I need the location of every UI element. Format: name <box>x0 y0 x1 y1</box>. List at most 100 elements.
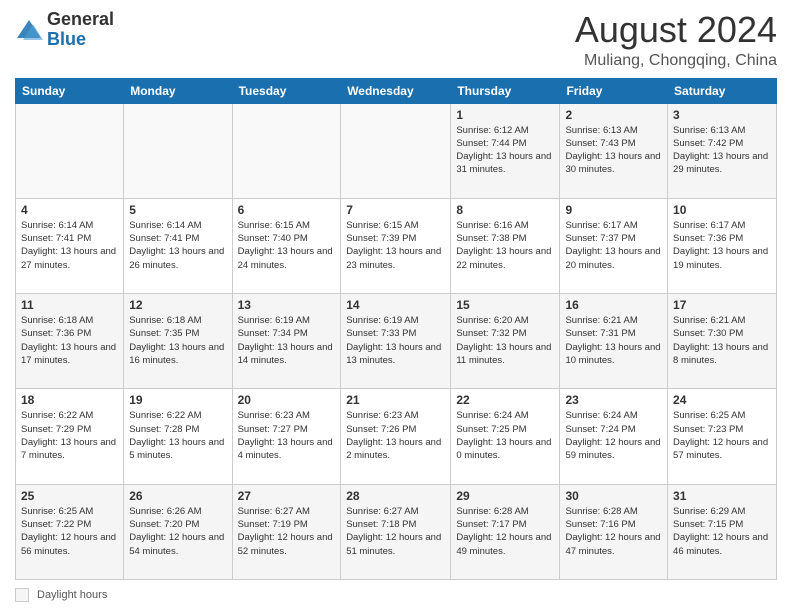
header-day-friday: Friday <box>560 78 668 103</box>
cal-cell <box>124 103 232 198</box>
day-info: Sunrise: 6:21 AM Sunset: 7:30 PM Dayligh… <box>673 314 771 367</box>
cal-cell <box>16 103 124 198</box>
day-info: Sunrise: 6:22 AM Sunset: 7:29 PM Dayligh… <box>21 409 118 462</box>
header-day-wednesday: Wednesday <box>341 78 451 103</box>
day-info: Sunrise: 6:28 AM Sunset: 7:17 PM Dayligh… <box>456 505 554 558</box>
day-info: Sunrise: 6:13 AM Sunset: 7:42 PM Dayligh… <box>673 124 771 177</box>
day-number: 14 <box>346 298 445 312</box>
header-day-monday: Monday <box>124 78 232 103</box>
header-day-sunday: Sunday <box>16 78 124 103</box>
day-info: Sunrise: 6:17 AM Sunset: 7:37 PM Dayligh… <box>565 219 662 272</box>
cal-cell: 12Sunrise: 6:18 AM Sunset: 7:35 PM Dayli… <box>124 294 232 389</box>
cal-cell: 14 Sunrise: 6:19 AM Sunset: 7:33 PM Dayli… <box>341 294 451 389</box>
logo: General Blue <box>15 10 114 50</box>
day-info: Sunrise: 6:13 AM Sunset: 7:43 PM Dayligh… <box>565 124 662 177</box>
day-number: 25 <box>21 489 118 503</box>
cal-cell: 23 Sunrise: 6:24 AM Sunset: 7:24 PM Dayli… <box>560 389 668 484</box>
day-info: Sunrise: 6:23 AM Sunset: 7:27 PM Dayligh… <box>238 409 336 462</box>
day-number: 19 <box>129 393 226 407</box>
cal-cell <box>232 103 341 198</box>
day-info: Sunrise: 6:18 AM Sunset: 7:36 PM Dayligh… <box>21 314 118 367</box>
cal-cell: 20 Sunrise: 6:23 AM Sunset: 7:27 PM Dayli… <box>232 389 341 484</box>
day-number: 20 <box>238 393 336 407</box>
day-info: Sunrise: 6:22 AM Sunset: 7:28 PM Dayligh… <box>129 409 226 462</box>
cal-cell: 25 Sunrise: 6:25 AM Sunset: 7:22 PM Dayli… <box>16 484 124 579</box>
day-info: Sunrise: 6:28 AM Sunset: 7:16 PM Dayligh… <box>565 505 662 558</box>
day-number: 30 <box>565 489 662 503</box>
day-info: Sunrise: 6:14 AM Sunset: 7:41 PM Dayligh… <box>129 219 226 272</box>
cal-cell: 10Sunrise: 6:17 AM Sunset: 7:36 PM Dayli… <box>668 198 777 293</box>
day-number: 1 <box>456 108 554 122</box>
day-info: Sunrise: 6:29 AM Sunset: 7:15 PM Dayligh… <box>673 505 771 558</box>
day-info: Sunrise: 6:25 AM Sunset: 7:22 PM Dayligh… <box>21 505 118 558</box>
week-row-5: 25 Sunrise: 6:25 AM Sunset: 7:22 PM Dayli… <box>16 484 777 579</box>
cal-cell: 24 Sunrise: 6:25 AM Sunset: 7:23 PM Dayli… <box>668 389 777 484</box>
day-headers-row: SundayMondayTuesdayWednesdayThursdayFrid… <box>16 78 777 103</box>
title-block: August 2024 Muliang, Chongqing, China <box>575 10 777 70</box>
week-row-1: 1Sunrise: 6:12 AM Sunset: 7:44 PM Daylig… <box>16 103 777 198</box>
cal-cell: 6Sunrise: 6:15 AM Sunset: 7:40 PM Daylig… <box>232 198 341 293</box>
day-number: 23 <box>565 393 662 407</box>
daylight-label: Daylight hours <box>37 589 107 601</box>
day-info: Sunrise: 6:19 AM Sunset: 7:33 PM Dayligh… <box>346 314 445 367</box>
cal-cell: 22Sunrise: 6:24 AM Sunset: 7:25 PM Dayli… <box>451 389 560 484</box>
cal-cell: 8 Sunrise: 6:16 AM Sunset: 7:38 PM Daylig… <box>451 198 560 293</box>
day-number: 31 <box>673 489 771 503</box>
day-number: 9 <box>565 203 662 217</box>
location-subtitle: Muliang, Chongqing, China <box>575 52 777 70</box>
cal-cell: 3 Sunrise: 6:13 AM Sunset: 7:42 PM Daylig… <box>668 103 777 198</box>
logo-text-blue: Blue <box>47 29 86 49</box>
header: General Blue August 2024 Muliang, Chongq… <box>15 10 777 70</box>
day-number: 2 <box>565 108 662 122</box>
day-info: Sunrise: 6:15 AM Sunset: 7:39 PM Dayligh… <box>346 219 445 272</box>
day-number: 4 <box>21 203 118 217</box>
cal-cell: 5 Sunrise: 6:14 AM Sunset: 7:41 PM Daylig… <box>124 198 232 293</box>
month-title: August 2024 <box>575 10 777 50</box>
calendar-table: SundayMondayTuesdayWednesdayThursdayFrid… <box>15 78 777 580</box>
cal-cell: 19 Sunrise: 6:22 AM Sunset: 7:28 PM Dayli… <box>124 389 232 484</box>
calendar: SundayMondayTuesdayWednesdayThursdayFrid… <box>15 78 777 580</box>
cal-cell: 7 Sunrise: 6:15 AM Sunset: 7:39 PM Daylig… <box>341 198 451 293</box>
day-number: 22 <box>456 393 554 407</box>
cal-cell: 17 Sunrise: 6:21 AM Sunset: 7:30 PM Dayli… <box>668 294 777 389</box>
day-number: 18 <box>21 393 118 407</box>
cal-cell: 13Sunrise: 6:19 AM Sunset: 7:34 PM Dayli… <box>232 294 341 389</box>
day-info: Sunrise: 6:27 AM Sunset: 7:19 PM Dayligh… <box>238 505 336 558</box>
header-day-tuesday: Tuesday <box>232 78 341 103</box>
day-info: Sunrise: 6:16 AM Sunset: 7:38 PM Dayligh… <box>456 219 554 272</box>
cal-cell: 15 Sunrise: 6:20 AM Sunset: 7:32 PM Dayli… <box>451 294 560 389</box>
day-number: 16 <box>565 298 662 312</box>
week-row-3: 11Sunrise: 6:18 AM Sunset: 7:36 PM Dayli… <box>16 294 777 389</box>
day-number: 28 <box>346 489 445 503</box>
cal-cell: 9 Sunrise: 6:17 AM Sunset: 7:37 PM Daylig… <box>560 198 668 293</box>
logo-text-general: General <box>47 9 114 29</box>
day-number: 5 <box>129 203 226 217</box>
day-number: 24 <box>673 393 771 407</box>
week-row-2: 4 Sunrise: 6:14 AM Sunset: 7:41 PM Daylig… <box>16 198 777 293</box>
day-number: 3 <box>673 108 771 122</box>
day-info: Sunrise: 6:21 AM Sunset: 7:31 PM Dayligh… <box>565 314 662 367</box>
cal-cell: 11Sunrise: 6:18 AM Sunset: 7:36 PM Dayli… <box>16 294 124 389</box>
day-number: 29 <box>456 489 554 503</box>
day-info: Sunrise: 6:18 AM Sunset: 7:35 PM Dayligh… <box>129 314 226 367</box>
day-info: Sunrise: 6:20 AM Sunset: 7:32 PM Dayligh… <box>456 314 554 367</box>
day-info: Sunrise: 6:24 AM Sunset: 7:24 PM Dayligh… <box>565 409 662 462</box>
day-info: Sunrise: 6:14 AM Sunset: 7:41 PM Dayligh… <box>21 219 118 272</box>
day-number: 8 <box>456 203 554 217</box>
cal-cell: 2 Sunrise: 6:13 AM Sunset: 7:43 PM Daylig… <box>560 103 668 198</box>
header-day-thursday: Thursday <box>451 78 560 103</box>
cal-cell: 4 Sunrise: 6:14 AM Sunset: 7:41 PM Daylig… <box>16 198 124 293</box>
day-info: Sunrise: 6:17 AM Sunset: 7:36 PM Dayligh… <box>673 219 771 272</box>
cal-cell: 29 Sunrise: 6:28 AM Sunset: 7:17 PM Dayli… <box>451 484 560 579</box>
header-day-saturday: Saturday <box>668 78 777 103</box>
day-number: 17 <box>673 298 771 312</box>
footer: Daylight hours <box>15 585 777 602</box>
cal-cell: 18 Sunrise: 6:22 AM Sunset: 7:29 PM Dayli… <box>16 389 124 484</box>
week-row-4: 18 Sunrise: 6:22 AM Sunset: 7:29 PM Dayli… <box>16 389 777 484</box>
day-info: Sunrise: 6:25 AM Sunset: 7:23 PM Dayligh… <box>673 409 771 462</box>
cal-cell <box>341 103 451 198</box>
day-number: 7 <box>346 203 445 217</box>
day-number: 15 <box>456 298 554 312</box>
cal-cell: 26Sunrise: 6:26 AM Sunset: 7:20 PM Dayli… <box>124 484 232 579</box>
cal-cell: 31 Sunrise: 6:29 AM Sunset: 7:15 PM Dayli… <box>668 484 777 579</box>
